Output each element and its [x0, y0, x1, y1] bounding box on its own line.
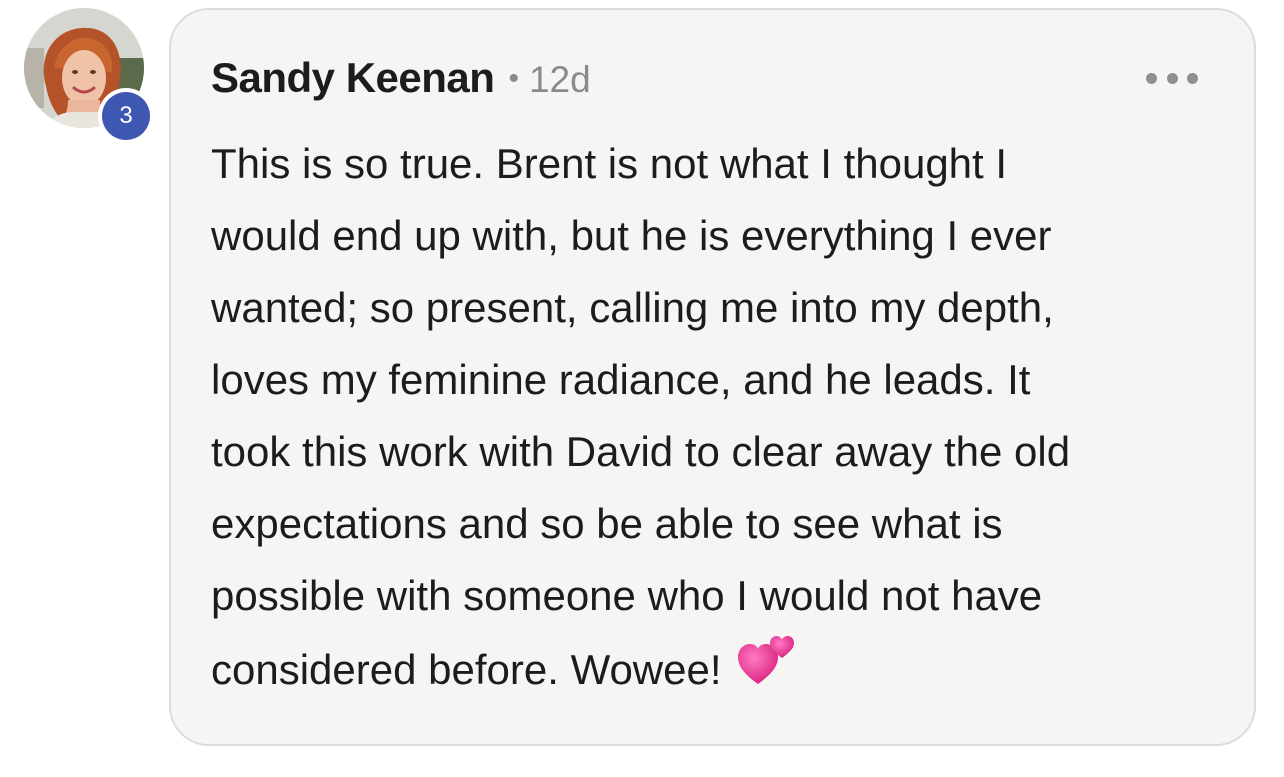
comment-bubble: Sandy Keenan • 12d This is so true. Bren…	[169, 8, 1256, 746]
comment-header: Sandy Keenan • 12d	[211, 54, 591, 102]
separator-dot: •	[508, 62, 519, 95]
timestamp[interactable]: 12d	[529, 59, 591, 101]
level-badge-number: 3	[102, 92, 150, 140]
comment-line: This is so true. Brent is not what I tho…	[211, 140, 1008, 187]
comment-line-last: considered before. Wowee!	[211, 632, 1221, 712]
comment: 3 Sandy Keenan • 12d This is so true. Br…	[0, 0, 1284, 777]
comment-body: This is so true. Brent is not what I tho…	[211, 128, 1221, 712]
avatar-container[interactable]: 3	[24, 8, 154, 144]
two-hearts-icon	[737, 632, 796, 712]
comment-line: possible with someone who I would not ha…	[211, 572, 1043, 619]
more-horizontal-icon-dot	[1187, 72, 1198, 84]
comment-line: wanted; so present, calling me into my d…	[211, 284, 1054, 331]
level-badge: 3	[98, 88, 154, 144]
comment-line: expectations and so be able to see what …	[211, 500, 1003, 547]
author-name[interactable]: Sandy Keenan	[211, 54, 495, 102]
more-horizontal-icon-dot	[1166, 72, 1178, 84]
more-options-button[interactable]	[1146, 66, 1198, 90]
comment-line: considered before. Wowee!	[211, 646, 722, 693]
comment-line: would end up with, but he is everything …	[211, 212, 1052, 259]
comment-line: took this work with David to clear away …	[211, 428, 1071, 475]
comment-line: loves my feminine radiance, and he leads…	[211, 356, 1031, 403]
more-horizontal-icon-dot	[1146, 72, 1157, 84]
